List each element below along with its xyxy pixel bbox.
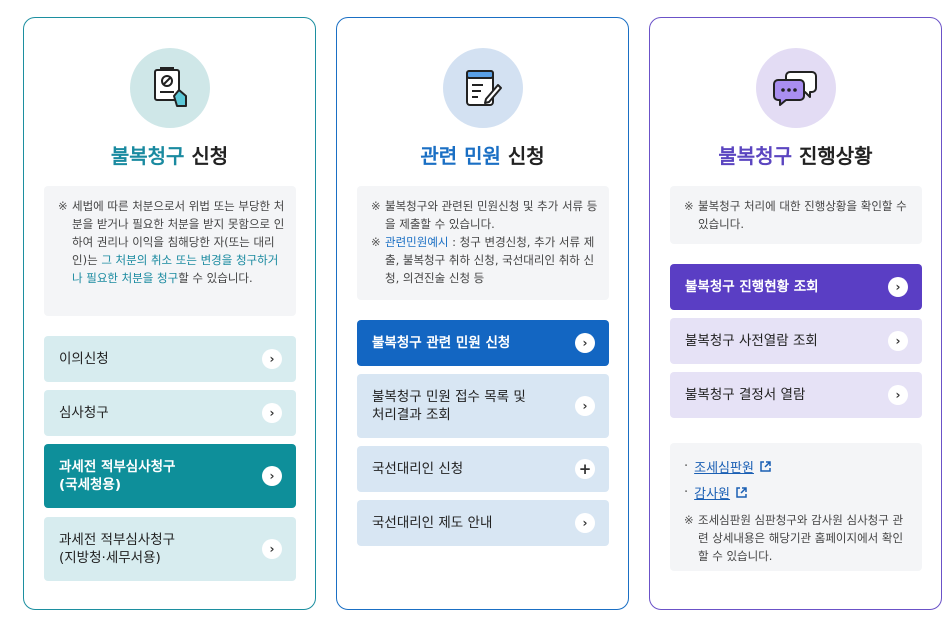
reference-mark: ※	[371, 235, 381, 249]
pre-inspection-button[interactable]: 불복청구 사전열람 조회 ›	[670, 318, 922, 364]
chevron-right-icon: ›	[888, 277, 908, 297]
notice-box: ※ 불복청구와 관련된 민원신청 및 추가 서류 등을 제출할 수 있습니다. …	[357, 186, 609, 300]
reference-mark: ※	[684, 513, 694, 527]
pre-assessment-review-regional-button[interactable]: 과세전 적부심사청구 (지방청·세무서용) ›	[44, 517, 296, 581]
chevron-right-icon: ›	[262, 349, 282, 369]
chevron-right-icon: ›	[575, 333, 595, 353]
tax-tribunal-link[interactable]: 조세심판원	[694, 457, 754, 476]
public-attorney-apply-button[interactable]: 국선대리인 신청 +	[357, 446, 609, 492]
civil-petition-apply-button[interactable]: 불복청구 관련 민원 신청 ›	[357, 320, 609, 366]
progress-status-button[interactable]: 불복청구 진행현황 조회 ›	[670, 264, 922, 310]
audit-board-link[interactable]: 감사원	[694, 483, 730, 502]
decision-view-button[interactable]: 불복청구 결정서 열람 ›	[670, 372, 922, 418]
reference-mark: ※	[684, 199, 694, 213]
reference-mark: ※	[58, 199, 68, 213]
chevron-right-icon: ›	[262, 403, 282, 423]
card-title: 불복청구 신청	[110, 144, 229, 168]
reference-mark: ※	[371, 199, 381, 213]
review-request-button[interactable]: 심사청구 ›	[44, 390, 296, 436]
external-links-box: · 조세심판원 · 감사원 ※ 조세심판원 심판청구와 감사원 심사청구 관련 …	[670, 443, 922, 571]
external-link-icon	[735, 486, 748, 499]
appeal-application-card: 불복청구 신청 ※ 세법에 따른 처분으로서 위법 또는 부당한 처분을 받거나…	[23, 17, 316, 610]
chevron-right-icon: ›	[262, 466, 282, 486]
card-title: 불복청구 진행상황	[718, 144, 873, 168]
chevron-right-icon: ›	[575, 513, 595, 533]
appeal-progress-card: 불복청구 진행상황 ※ 불복청구 처리에 대한 진행상황을 확인할 수 있습니다…	[649, 17, 942, 610]
notice-box: ※ 세법에 따른 처분으로서 위법 또는 부당한 처분을 받거나 필요한 처분을…	[44, 186, 296, 316]
chevron-right-icon: ›	[888, 331, 908, 351]
plus-icon: +	[575, 459, 595, 479]
document-prohibit-icon	[130, 48, 210, 128]
link-item: · 감사원	[684, 479, 912, 505]
chevron-right-icon: ›	[888, 385, 908, 405]
related-civil-petition-card: 관련 민원 신청 ※ 불복청구와 관련된 민원신청 및 추가 서류 등을 제출할…	[336, 17, 629, 610]
example-label: 관련민원예시	[385, 235, 449, 249]
notice-box: ※ 불복청구 처리에 대한 진행상황을 확인할 수 있습니다.	[670, 186, 922, 244]
card-title: 관련 민원 신청	[420, 144, 545, 168]
chat-bubbles-icon	[756, 48, 836, 128]
pre-assessment-review-nts-button[interactable]: 과세전 적부심사청구 (국세청용) ›	[44, 444, 296, 508]
chevron-right-icon: ›	[575, 396, 595, 416]
link-item: · 조세심판원	[684, 453, 912, 479]
document-edit-icon	[443, 48, 523, 128]
objection-button[interactable]: 이의신청 ›	[44, 336, 296, 382]
public-attorney-guide-button[interactable]: 국선대리인 제도 안내 ›	[357, 500, 609, 546]
petition-list-result-button[interactable]: 불복청구 민원 접수 목록 및 처리결과 조회 ›	[357, 374, 609, 438]
chevron-right-icon: ›	[262, 539, 282, 559]
external-link-icon	[759, 460, 772, 473]
